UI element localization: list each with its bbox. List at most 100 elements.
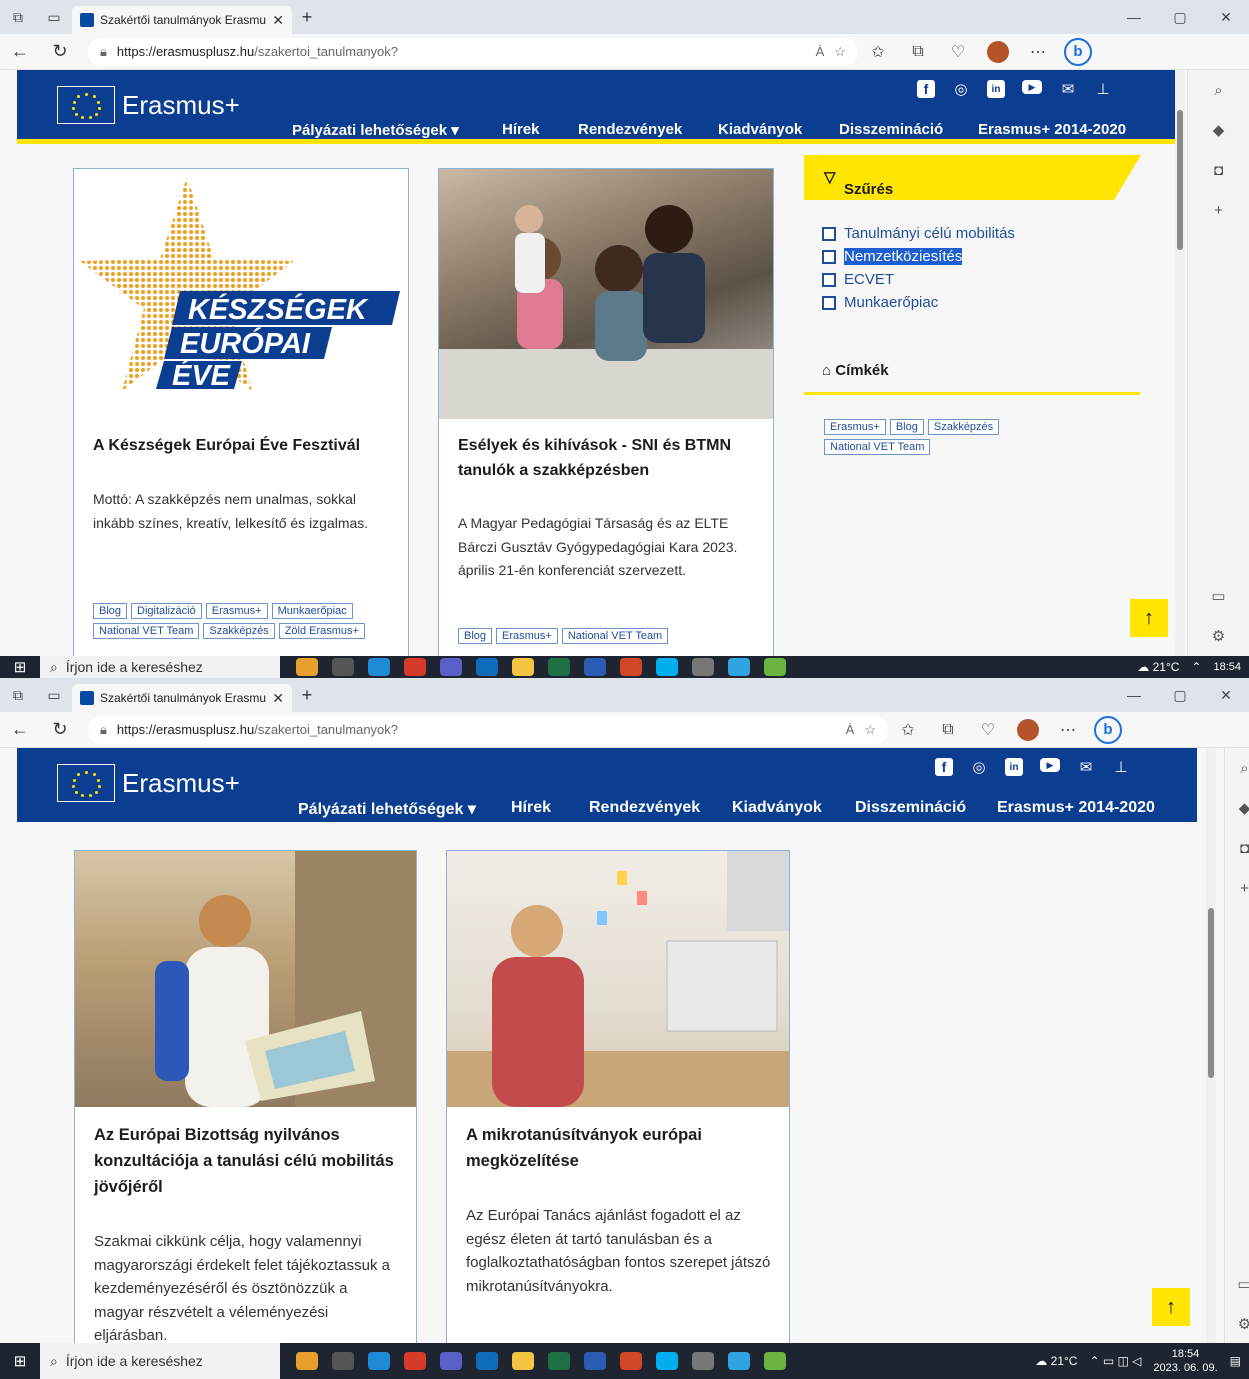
close-tab-icon[interactable]: ✕ xyxy=(272,690,284,707)
nav-hirek[interactable]: Hírek xyxy=(511,799,589,819)
tag-link[interactable]: Szakképzés xyxy=(927,419,1000,435)
linkedin-icon[interactable]: in xyxy=(1005,758,1023,776)
refresh-icon[interactable]: ↻ xyxy=(40,719,80,740)
tag-link[interactable]: Erasmus+ xyxy=(205,603,268,619)
favorites-icon[interactable]: ✩ xyxy=(888,720,928,740)
card-title[interactable]: Az Európai Bizottság nyilvános konzultác… xyxy=(94,1122,402,1200)
card-title[interactable]: Esélyek és kihívások - SNI és BTMN tanul… xyxy=(458,433,759,483)
filter-option[interactable]: Nemzetköziesítés xyxy=(822,248,963,265)
facebook-icon[interactable]: f xyxy=(917,80,935,98)
windows-start-icon[interactable]: ⊞ xyxy=(0,1352,40,1370)
tag-link[interactable]: National VET Team xyxy=(561,628,669,644)
search-icon[interactable]: ⌕ xyxy=(1188,70,1249,110)
profile-avatar[interactable] xyxy=(987,40,1009,63)
weather-icon[interactable]: ☁ 21°C xyxy=(1035,1354,1077,1368)
minimize-icon[interactable]: — xyxy=(1111,687,1157,704)
tray-icons[interactable]: ⌃ xyxy=(1191,660,1201,674)
task-view-icon[interactable] xyxy=(332,1352,354,1370)
excel-app-icon[interactable] xyxy=(548,658,570,676)
page-scrollbar[interactable] xyxy=(1175,70,1185,656)
url-field[interactable]: 🔒︎ https://erasmusplusz.hu/szakertoi_tan… xyxy=(88,37,858,66)
tag-link[interactable]: Zöld Erasmus+ xyxy=(278,623,365,639)
windows-start-icon[interactable]: ⊞ xyxy=(0,658,40,676)
accessibility-icon[interactable]: ⊥ xyxy=(1112,758,1130,776)
instagram-icon[interactable]: ◎ xyxy=(952,80,970,98)
refresh-icon[interactable]: ↻ xyxy=(40,41,80,62)
outlook-app-icon[interactable] xyxy=(476,658,498,676)
article-card[interactable]: A mikrotanúsítványok európai megközelíté… xyxy=(446,850,790,1357)
chrome-profile-app-icon[interactable] xyxy=(728,1352,750,1370)
teams-app-icon[interactable] xyxy=(440,1352,462,1370)
bing-chat-icon[interactable]: b xyxy=(1064,37,1092,66)
word-app-icon[interactable] xyxy=(584,1352,606,1370)
close-window-icon[interactable]: ✕ xyxy=(1203,9,1249,26)
checkbox[interactable] xyxy=(822,226,836,241)
facebook-icon[interactable]: f xyxy=(935,758,953,776)
task-view-icon[interactable] xyxy=(332,658,354,676)
youtube-icon[interactable]: ▶ xyxy=(1040,758,1060,772)
tag-link[interactable]: National VET Team xyxy=(93,623,200,639)
edge-app-icon[interactable] xyxy=(368,1352,390,1370)
checkbox[interactable] xyxy=(822,249,836,264)
excel-app-icon[interactable] xyxy=(548,1352,570,1370)
url-field[interactable]: 🔒︎ https://erasmusplusz.hu/szakertoi_tan… xyxy=(88,715,888,744)
explorer-app-icon[interactable] xyxy=(512,1352,534,1370)
sidebar-toggle-icon[interactable]: ▭ xyxy=(1188,576,1249,616)
article-card[interactable]: Az Európai Bizottság nyilvános konzultác… xyxy=(74,850,417,1357)
accessibility-icon[interactable]: ⊥ xyxy=(1094,80,1112,98)
site-logo[interactable]: Erasmus+ xyxy=(57,86,240,124)
workspaces-icon[interactable]: ⧉ xyxy=(0,9,36,26)
skype-app-icon[interactable] xyxy=(656,658,678,676)
outlook-icon[interactable]: ◘ xyxy=(1188,150,1249,190)
add-icon[interactable]: + xyxy=(1188,190,1249,230)
nx-app-icon[interactable] xyxy=(764,1352,786,1370)
nav-palyazati[interactable]: Pályázati lehetőségek ▾ xyxy=(292,121,502,139)
nav-rendezvenyek[interactable]: Rendezvények xyxy=(578,121,718,139)
collections-icon[interactable]: ⧉ xyxy=(928,721,968,739)
favorites-icon[interactable]: ✩ xyxy=(858,42,898,62)
tab-actions-icon[interactable]: ▭ xyxy=(36,687,72,704)
powerpoint-app-icon[interactable] xyxy=(620,658,642,676)
tag-link[interactable]: Blog xyxy=(93,603,128,619)
tag-link[interactable]: National VET Team xyxy=(824,439,931,455)
tag-link[interactable]: Munkaerőpiac xyxy=(271,603,353,619)
favorite-star-icon[interactable]: ☆ xyxy=(864,722,876,738)
add-icon[interactable]: + xyxy=(1225,868,1249,908)
tag-link[interactable]: Blog xyxy=(889,419,924,435)
workspaces-icon[interactable]: ⧉ xyxy=(0,687,36,704)
chrome-app-icon[interactable] xyxy=(404,1352,426,1370)
tag-link[interactable]: Szakképzés xyxy=(203,623,275,639)
taskbar-search[interactable]: ⌕ Írjon ide a kereséshez xyxy=(40,1343,280,1379)
tag-link[interactable]: Erasmus+ xyxy=(824,419,886,435)
clock[interactable]: 18:54 2023. 06. 09. xyxy=(1153,1347,1217,1375)
article-card[interactable]: Esélyek és kihívások - SNI és BTMN tanul… xyxy=(438,168,774,656)
nav-hirek[interactable]: Hírek xyxy=(502,121,578,139)
powerpoint-app-icon[interactable] xyxy=(620,1352,642,1370)
more-menu-icon[interactable]: ⋯ xyxy=(1048,720,1088,740)
card-title[interactable]: A Készségek Európai Éve Fesztivál xyxy=(93,433,394,458)
shopping-icon[interactable]: ◆ xyxy=(1225,788,1249,828)
email-icon[interactable]: ✉ xyxy=(1077,758,1095,776)
filter-option[interactable]: Tanulmányi célú mobilitás xyxy=(822,225,1015,242)
scrollbar-thumb[interactable] xyxy=(1177,110,1183,250)
restore-icon[interactable]: ▢ xyxy=(1157,9,1203,26)
scrollbar-thumb[interactable] xyxy=(1208,908,1214,1078)
scroll-to-top-button[interactable]: ↑ xyxy=(1152,1288,1190,1326)
chrome-profile-app-icon[interactable] xyxy=(728,658,750,676)
tag-link[interactable]: Digitalizáció xyxy=(131,603,202,619)
teams-app-icon[interactable] xyxy=(440,658,462,676)
nav-erasmus-2014-2020[interactable]: Erasmus+ 2014-2020 xyxy=(997,799,1155,819)
nx-app-icon[interactable] xyxy=(764,658,786,676)
calculator-app-icon[interactable] xyxy=(692,1352,714,1370)
edge-app-icon[interactable] xyxy=(368,658,390,676)
nav-kiadvanyok[interactable]: Kiadványok xyxy=(718,121,839,139)
card-title[interactable]: A mikrotanúsítványok európai megközelíté… xyxy=(466,1122,775,1174)
browser-tab[interactable]: Szakértői tanulmányok Erasmus+ ✕ xyxy=(72,684,292,712)
browser-essentials-icon[interactable]: ♡ xyxy=(968,720,1008,740)
read-aloud-icon[interactable]: Ȧ xyxy=(846,722,855,737)
collections-icon[interactable]: ⧉ xyxy=(898,43,938,61)
nav-rendezvenyek[interactable]: Rendezvények xyxy=(589,799,732,819)
site-logo[interactable]: Erasmus+ xyxy=(57,764,240,802)
settings-gear-icon[interactable]: ⚙ xyxy=(1188,616,1249,656)
restore-icon[interactable]: ▢ xyxy=(1157,687,1203,704)
